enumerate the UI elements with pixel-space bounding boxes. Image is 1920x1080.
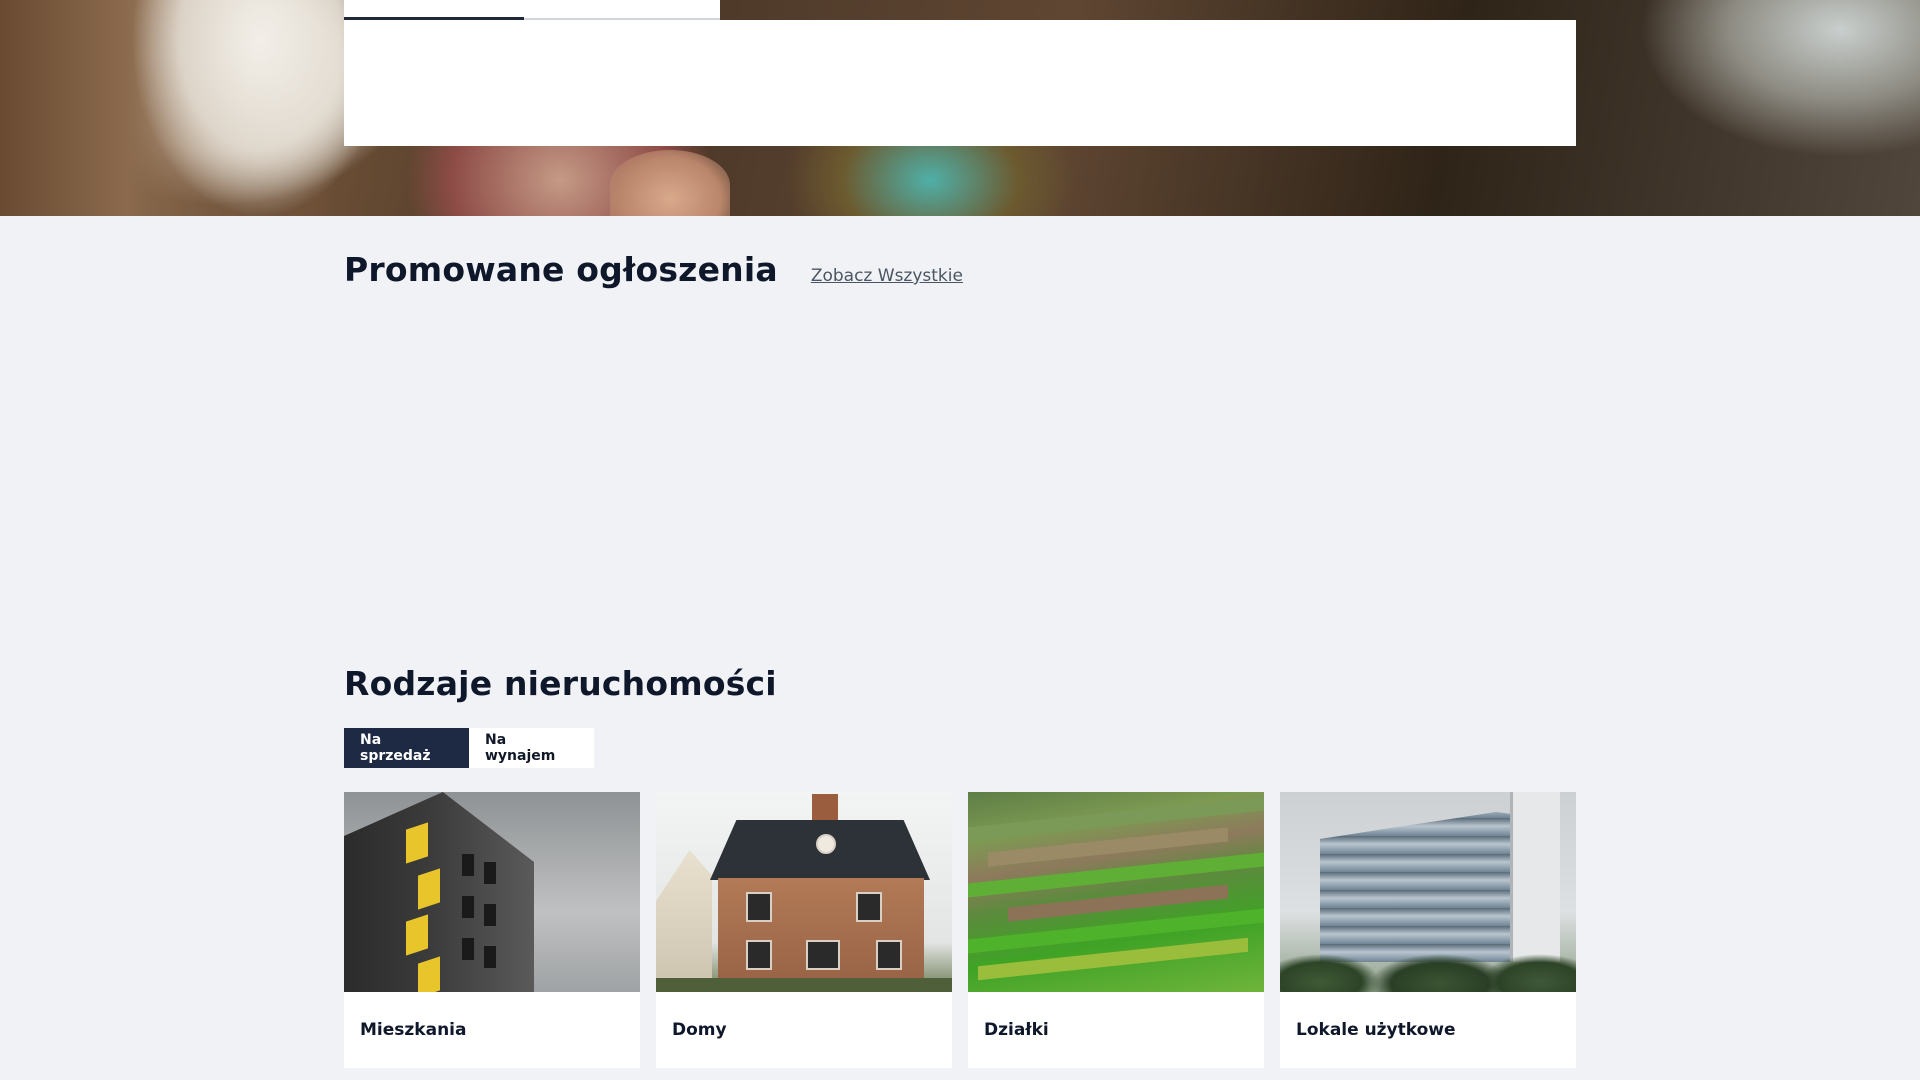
search-tab-inactive[interactable] [524,0,720,20]
property-type-tabs: Na sprzedaż Na wynajem [344,728,1576,768]
apartment-building-image [344,792,640,992]
card-label: Działki [984,1020,1049,1040]
hero-hand-image [610,150,730,216]
card-commercial[interactable]: Lokale użytkowe [1280,792,1576,1068]
search-panel [344,20,1576,146]
promoted-title: Promowane ogłoszenia [344,250,778,289]
property-types-title: Rodzaje nieruchomości [344,664,777,703]
farm-fields-image [968,792,1264,992]
card-houses[interactable]: Domy [656,792,952,1068]
card-plots[interactable]: Działki [968,792,1264,1068]
hero-banner [0,0,1920,216]
promoted-header: Promowane ogłoszenia Zobacz Wszystkie [344,250,1576,289]
search-tab-active[interactable] [344,0,524,20]
search-tabs [344,0,720,20]
brick-house-image [656,792,952,992]
property-type-cards: Mieszkania Domy Działki Lokale użytkowe [344,792,1576,1068]
office-building-image [1280,792,1576,992]
card-apartments[interactable]: Mieszkania [344,792,640,1068]
card-label: Mieszkania [360,1020,467,1040]
see-all-link[interactable]: Zobacz Wszystkie [811,266,963,286]
card-label: Lokale użytkowe [1296,1020,1456,1040]
tab-for-sale[interactable]: Na sprzedaż [344,728,469,768]
tab-for-rent[interactable]: Na wynajem [469,728,594,768]
card-label: Domy [672,1020,727,1040]
